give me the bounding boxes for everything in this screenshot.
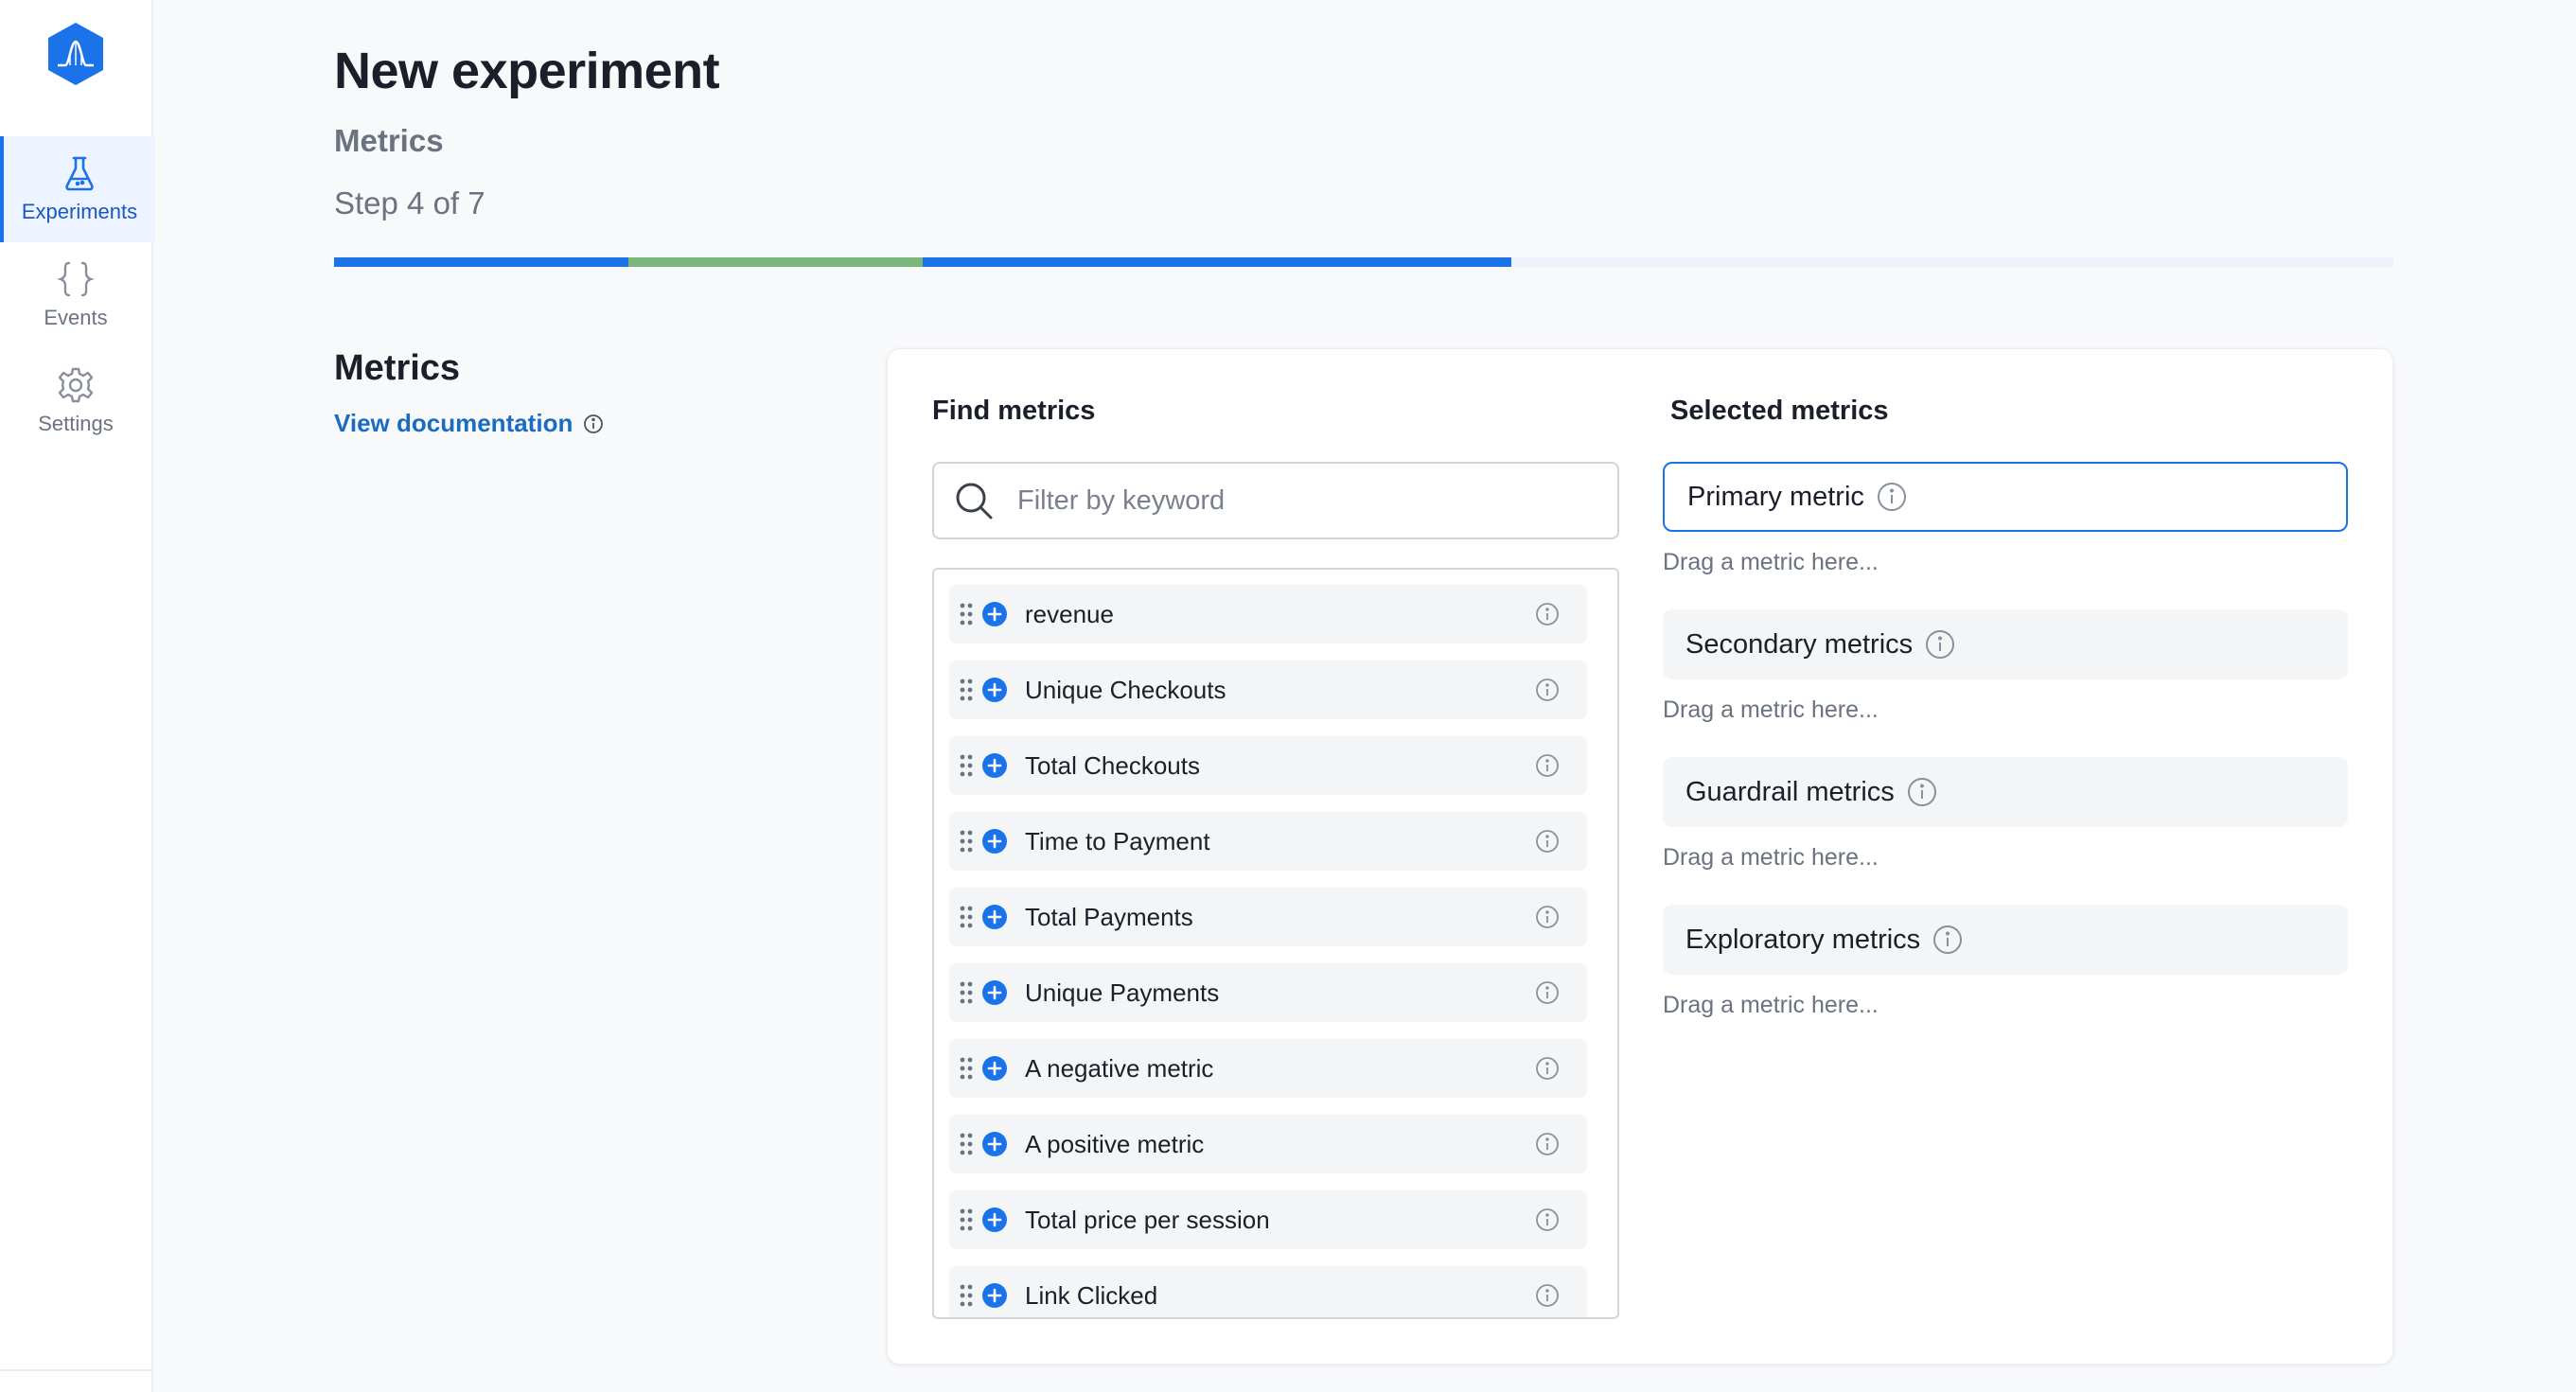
add-icon[interactable]	[981, 601, 1008, 627]
add-icon[interactable]	[981, 677, 1008, 703]
guardrail-metrics-dropzone[interactable]: Guardrail metrics	[1663, 757, 2348, 827]
list-item-label: Unique Payments	[1025, 978, 1220, 1007]
info-icon[interactable]	[1534, 1207, 1561, 1233]
search-box	[932, 462, 1619, 539]
list-item-label: Total Payments	[1025, 902, 1193, 931]
sidebar-item-events[interactable]: Events	[0, 242, 151, 348]
list-item[interactable]: A negative metric	[949, 1039, 1587, 1098]
slot-label: Primary metric	[1687, 481, 1864, 512]
doc-link-label: View documentation	[334, 409, 573, 437]
view-documentation-link[interactable]: View documentation	[334, 409, 605, 438]
list-item-label: Link Clicked	[1025, 1280, 1158, 1310]
info-icon[interactable]	[1876, 481, 1908, 513]
list-item[interactable]: Link Clicked	[949, 1266, 1587, 1317]
info-icon[interactable]	[1932, 924, 1964, 956]
slot-label: Exploratory metrics	[1685, 924, 1921, 955]
progress-segment	[922, 257, 1511, 267]
drop-hint: Drag a metric here...	[1663, 696, 1879, 723]
info-icon[interactable]	[1534, 1055, 1561, 1082]
info-icon	[584, 414, 604, 433]
info-icon[interactable]	[1534, 601, 1561, 627]
drag-handle-icon[interactable]	[959, 829, 974, 854]
list-item[interactable]: Unique Checkouts	[949, 661, 1587, 719]
metrics-list[interactable]: revenue Unique Checkouts Total Checkouts…	[932, 568, 1619, 1319]
sidebar-item-label: Events	[44, 306, 108, 329]
add-icon[interactable]	[981, 1055, 1008, 1082]
info-icon[interactable]	[1906, 776, 1938, 808]
sidebar: Experiments Events Settings	[0, 0, 155, 1392]
list-item-label: Time to Payment	[1025, 826, 1210, 855]
list-item-label: A positive metric	[1025, 1129, 1205, 1158]
info-icon[interactable]	[1534, 1131, 1561, 1157]
exploratory-metrics-dropzone[interactable]: Exploratory metrics	[1663, 905, 2348, 975]
sidebar-item-settings[interactable]: Settings	[0, 348, 151, 454]
list-item[interactable]: Total Checkouts	[949, 736, 1587, 795]
sidebar-divider	[0, 1369, 151, 1371]
drag-handle-icon[interactable]	[959, 1132, 974, 1156]
page-subtitle: Metrics	[334, 123, 444, 158]
add-icon[interactable]	[981, 1282, 1008, 1309]
app-logo-icon[interactable]	[43, 21, 109, 87]
list-item[interactable]: Unique Payments	[949, 963, 1587, 1022]
page-title: New experiment	[334, 43, 720, 99]
progress-bar	[334, 257, 2393, 267]
sidebar-item-label: Experiments	[21, 200, 138, 223]
list-item[interactable]: revenue	[949, 585, 1587, 643]
list-item[interactable]: Total price per session	[949, 1190, 1587, 1249]
drop-hint: Drag a metric here...	[1663, 992, 1879, 1018]
add-icon[interactable]	[981, 1131, 1008, 1157]
add-icon[interactable]	[981, 752, 1008, 779]
search-input[interactable]	[1015, 484, 1587, 518]
add-icon[interactable]	[981, 904, 1008, 930]
primary-metric-dropzone[interactable]: Primary metric	[1663, 462, 2348, 532]
list-item-label: revenue	[1025, 599, 1114, 628]
list-item-label: A negative metric	[1025, 1053, 1214, 1083]
info-icon[interactable]	[1924, 628, 1956, 661]
info-icon[interactable]	[1534, 904, 1561, 930]
secondary-metrics-dropzone[interactable]: Secondary metrics	[1663, 609, 2348, 679]
drag-handle-icon[interactable]	[959, 905, 974, 929]
info-icon[interactable]	[1534, 752, 1561, 779]
drag-handle-icon[interactable]	[959, 980, 974, 1005]
progress-segment	[334, 257, 628, 267]
drag-handle-icon[interactable]	[959, 1283, 974, 1308]
braces-icon	[57, 261, 95, 297]
info-icon[interactable]	[1534, 828, 1561, 855]
drag-handle-icon[interactable]	[959, 1207, 974, 1232]
drag-handle-icon[interactable]	[959, 678, 974, 702]
sidebar-item-experiments[interactable]: Experiments	[0, 136, 155, 242]
search-icon	[956, 483, 993, 520]
list-item[interactable]: A positive metric	[949, 1115, 1587, 1173]
sidebar-item-label: Settings	[38, 412, 114, 435]
list-item-label: Total Checkouts	[1025, 750, 1200, 780]
slot-label: Guardrail metrics	[1685, 776, 1895, 807]
progress-segment	[627, 257, 923, 267]
slot-label: Secondary metrics	[1685, 628, 1914, 660]
list-item[interactable]: Total Payments	[949, 888, 1587, 946]
drop-hint: Drag a metric here...	[1663, 549, 1879, 575]
list-item-label: Unique Checkouts	[1025, 675, 1226, 704]
selected-metrics-title: Selected metrics	[1670, 396, 1889, 426]
flask-icon	[65, 156, 94, 191]
add-icon[interactable]	[981, 979, 1008, 1006]
gear-icon	[58, 367, 94, 403]
info-icon[interactable]	[1534, 677, 1561, 703]
find-metrics-title: Find metrics	[932, 396, 1096, 426]
drop-hint: Drag a metric here...	[1663, 844, 1879, 871]
progress-segment	[1510, 257, 2393, 267]
add-icon[interactable]	[981, 1207, 1008, 1233]
list-item-label: Total price per session	[1025, 1205, 1270, 1234]
add-icon[interactable]	[981, 828, 1008, 855]
info-icon[interactable]	[1534, 979, 1561, 1006]
step-indicator: Step 4 of 7	[334, 185, 485, 220]
list-item[interactable]: Time to Payment	[949, 812, 1587, 871]
drag-handle-icon[interactable]	[959, 753, 974, 778]
info-icon[interactable]	[1534, 1282, 1561, 1309]
drag-handle-icon[interactable]	[959, 602, 974, 626]
section-title: Metrics	[334, 348, 461, 388]
drag-handle-icon[interactable]	[959, 1056, 974, 1081]
